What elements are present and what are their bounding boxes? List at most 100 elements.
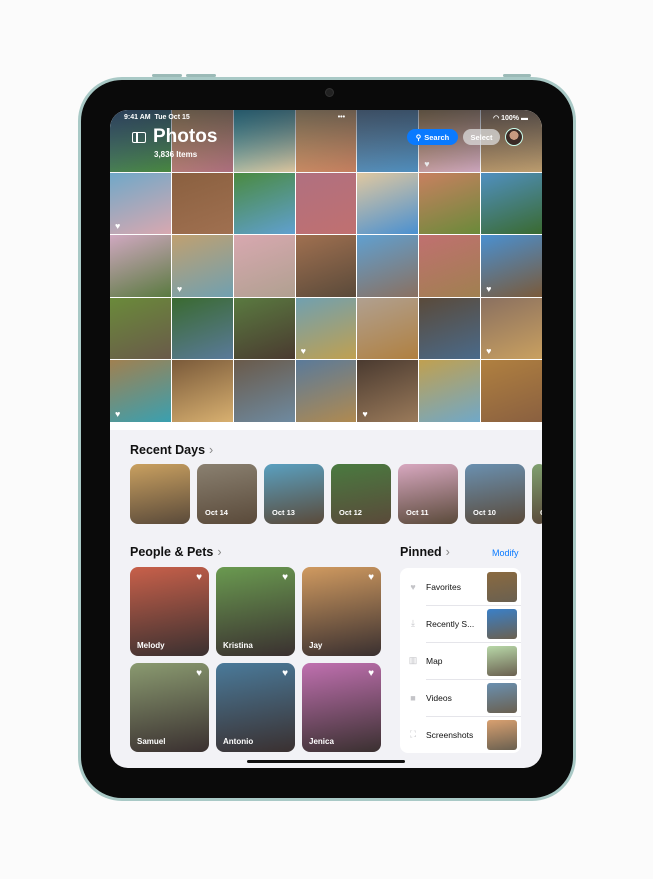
favorite-heart-icon[interactable]: ♥ bbox=[282, 668, 288, 679]
photo-thumbnail[interactable] bbox=[295, 172, 357, 235]
select-button[interactable]: Select bbox=[463, 129, 500, 145]
pinned-thumbnail bbox=[487, 682, 517, 713]
page-title: Photos bbox=[153, 126, 218, 147]
pinned-item[interactable]: ♥ Favorites bbox=[400, 568, 521, 605]
pinned-item[interactable]: ⤓ Recently S... bbox=[400, 605, 521, 642]
tray-download-icon: ⤓ bbox=[411, 618, 415, 628]
photo-thumbnail[interactable]: ♥ bbox=[357, 360, 419, 422]
chevron-right-icon: › bbox=[209, 443, 214, 457]
item-count: 3,836 Items bbox=[154, 150, 198, 159]
recent-day-card[interactable]: O bbox=[532, 464, 542, 524]
photo-thumbnail[interactable] bbox=[419, 172, 481, 235]
photo-thumbnail[interactable] bbox=[233, 297, 295, 360]
recent-days-header[interactable]: Recent Days › bbox=[130, 443, 213, 457]
person-card[interactable]: ♥ Jenica bbox=[302, 663, 381, 752]
photo-thumbnail[interactable] bbox=[110, 235, 171, 297]
pinned-item[interactable]: ▥ Map bbox=[400, 642, 521, 679]
photo-thumbnail[interactable] bbox=[233, 172, 295, 235]
recent-days-row: Oct 14 Oct 13 Oct 12 Oct 11 Oct 10 O bbox=[130, 464, 542, 524]
pinned-item[interactable]: ■ Videos bbox=[400, 679, 521, 716]
account-avatar[interactable] bbox=[505, 128, 523, 146]
photo-thumbnail[interactable] bbox=[295, 235, 357, 297]
recent-day-card[interactable]: Oct 14 bbox=[197, 464, 257, 524]
pinned-item-label: Map bbox=[426, 655, 443, 666]
favorite-heart-icon[interactable]: ♥ bbox=[196, 668, 202, 679]
person-name: Jenica bbox=[309, 737, 334, 746]
photo-thumbnail[interactable] bbox=[481, 360, 542, 422]
person-card[interactable]: ♥ Samuel bbox=[130, 663, 209, 752]
search-button[interactable]: ⚲ Search bbox=[407, 129, 458, 145]
person-card[interactable]: ♥ Antonio bbox=[216, 663, 295, 752]
photo-thumbnail[interactable] bbox=[357, 172, 419, 235]
top-button bbox=[503, 74, 531, 77]
pinned-item[interactable]: ⛶ Screenshots bbox=[400, 716, 521, 753]
recent-day-card[interactable] bbox=[130, 464, 190, 524]
home-indicator[interactable] bbox=[247, 760, 405, 763]
volume-button bbox=[186, 74, 216, 77]
status-time: 9:41 AM Tue Oct 15 bbox=[124, 114, 190, 121]
day-label: Oct 13 bbox=[272, 508, 295, 517]
photo-thumbnail[interactable] bbox=[171, 360, 233, 422]
favorite-heart-icon[interactable]: ♥ bbox=[368, 572, 374, 583]
photo-thumbnail[interactable] bbox=[419, 235, 481, 297]
camera bbox=[325, 88, 334, 97]
favorite-heart-icon[interactable]: ♥ bbox=[368, 668, 374, 679]
recent-day-card[interactable]: Oct 12 bbox=[331, 464, 391, 524]
photo-thumbnail[interactable] bbox=[110, 297, 171, 360]
favorite-heart-icon[interactable]: ♥ bbox=[196, 572, 202, 583]
photo-thumbnail[interactable] bbox=[419, 360, 481, 422]
screen: ♥ ♥ ♥ ♥ ♥ ♥ ♥ ♥ 9:41 AM Tue Oct 15 ••• ◠ 100% ▬… bbox=[110, 110, 542, 768]
photo-thumbnail[interactable]: ♥ bbox=[171, 235, 233, 297]
photo-thumbnail[interactable] bbox=[357, 235, 419, 297]
favorite-heart-icon: ♥ bbox=[362, 408, 368, 419]
status-bar: 9:41 AM Tue Oct 15 ••• ◠ 100% ▬ bbox=[110, 112, 542, 126]
battery-status: ◠ 100% ▬ bbox=[493, 115, 528, 122]
sidebar-toggle-icon[interactable] bbox=[132, 132, 146, 143]
photo-thumbnail[interactable] bbox=[171, 297, 233, 360]
photo-thumbnail[interactable] bbox=[419, 297, 481, 360]
favorite-heart-icon: ♥ bbox=[486, 283, 492, 294]
wifi-icon: ◠ bbox=[493, 115, 500, 122]
photo-thumbnail[interactable] bbox=[171, 172, 233, 235]
day-label: Oct 10 bbox=[473, 508, 496, 517]
person-name: Kristina bbox=[223, 641, 253, 650]
pinned-thumbnail bbox=[487, 608, 517, 639]
photo-thumbnail[interactable]: ♥ bbox=[481, 235, 542, 297]
photo-thumbnail[interactable]: ♥ bbox=[481, 297, 542, 360]
person-name: Jay bbox=[309, 641, 323, 650]
person-card[interactable]: ♥ Kristina bbox=[216, 567, 295, 656]
photo-thumbnail[interactable]: ♥ bbox=[295, 297, 357, 360]
photo-thumbnail[interactable] bbox=[481, 172, 542, 235]
chevron-right-icon: › bbox=[217, 545, 222, 559]
day-label: Oct 12 bbox=[339, 508, 362, 517]
people-grid: ♥ Melody ♥ Kristina ♥ Jay ♥ Samuel ♥ Antonio ♥ Jeni… bbox=[130, 567, 381, 752]
pinned-thumbnail bbox=[487, 645, 517, 676]
battery-icon: ▬ bbox=[520, 115, 528, 122]
people-pets-header[interactable]: People & Pets › bbox=[130, 545, 222, 559]
favorite-heart-icon: ♥ bbox=[176, 283, 183, 294]
modify-button[interactable]: Modify bbox=[492, 548, 519, 558]
photo-thumbnail[interactable]: ♥ bbox=[110, 172, 171, 235]
photo-thumbnail[interactable]: ♥ bbox=[110, 360, 171, 422]
photo-thumbnail[interactable] bbox=[357, 297, 419, 360]
favorite-heart-icon[interactable]: ♥ bbox=[282, 572, 288, 583]
chevron-right-icon: › bbox=[445, 545, 450, 559]
person-card[interactable]: ♥ Jay bbox=[302, 567, 381, 656]
pinned-list: ♥ Favorites ⤓ Recently S... ▥ Map ■ Videos ⛶ Scre… bbox=[400, 568, 521, 753]
photo-thumbnail[interactable] bbox=[295, 360, 357, 422]
multitask-dots[interactable]: ••• bbox=[338, 114, 345, 124]
recent-day-card[interactable]: Oct 11 bbox=[398, 464, 458, 524]
recent-day-card[interactable]: Oct 10 bbox=[465, 464, 525, 524]
photo-thumbnail[interactable] bbox=[233, 235, 295, 297]
person-card[interactable]: ♥ Melody bbox=[130, 567, 209, 656]
pinned-thumbnail bbox=[487, 571, 517, 602]
day-label: O bbox=[540, 508, 542, 517]
search-icon: ⚲ bbox=[415, 132, 422, 142]
day-label: Oct 11 bbox=[406, 508, 429, 517]
day-label: Oct 14 bbox=[205, 508, 228, 517]
favorite-heart-icon: ♥ bbox=[486, 346, 492, 357]
pinned-header[interactable]: Pinned › bbox=[400, 545, 450, 559]
pinned-item-label: Videos bbox=[426, 692, 452, 703]
recent-day-card[interactable]: Oct 13 bbox=[264, 464, 324, 524]
photo-thumbnail[interactable] bbox=[233, 360, 295, 422]
